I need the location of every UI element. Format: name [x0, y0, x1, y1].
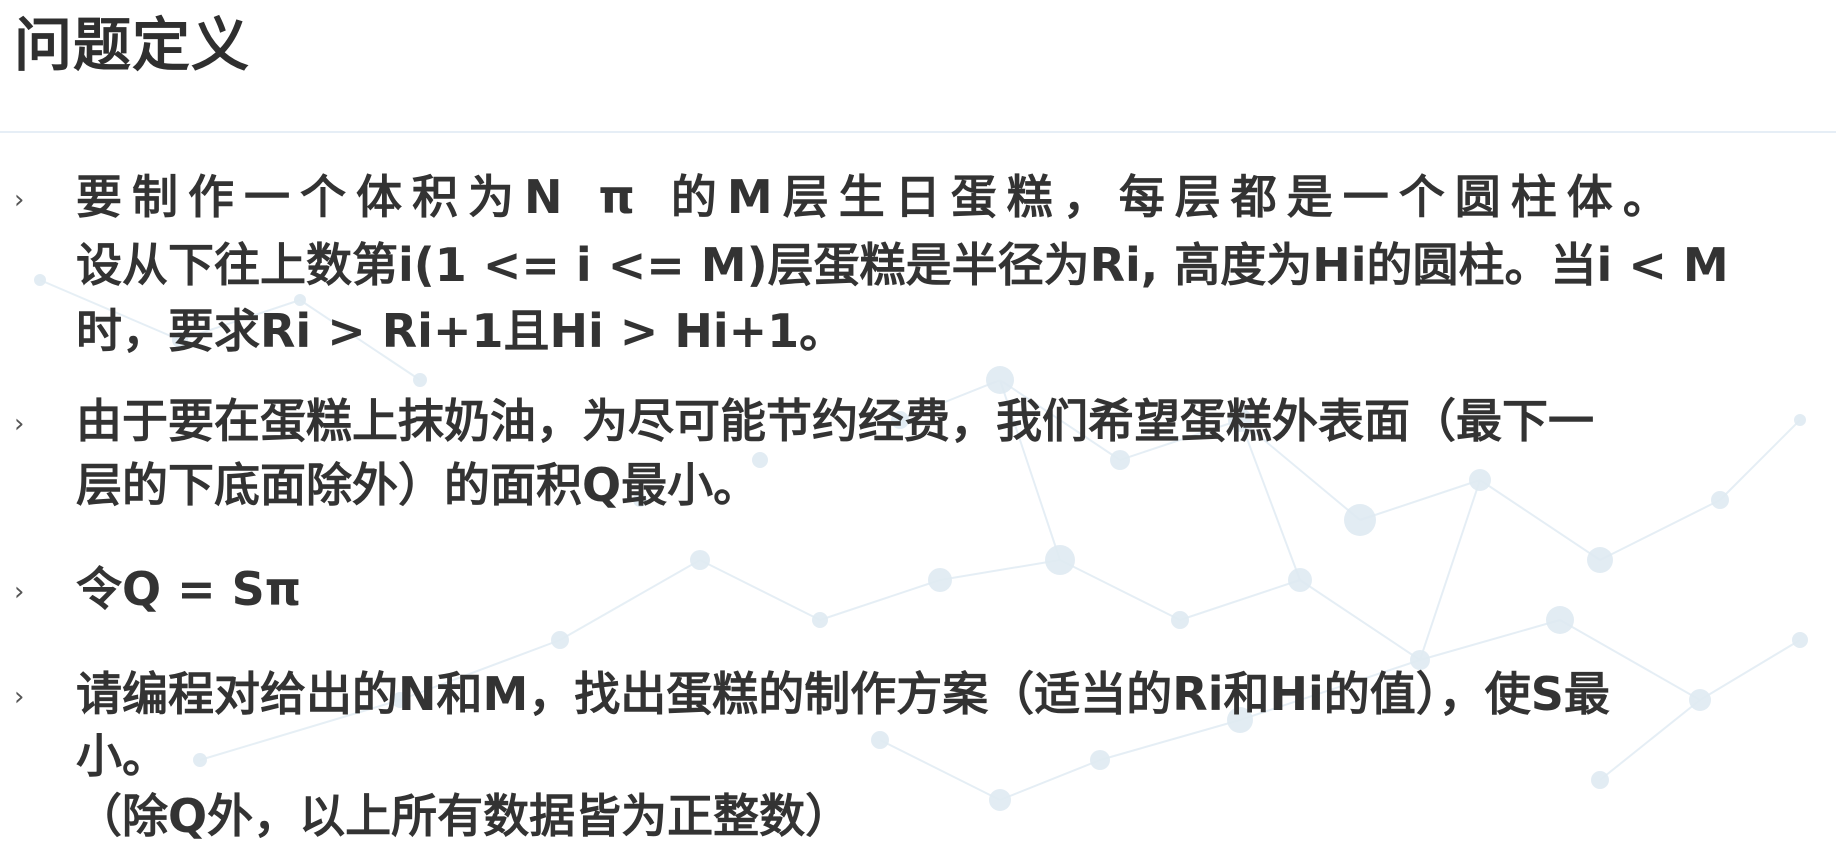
bullet-text: 由于要在蛋糕上抹奶油，为尽可能节约经费，我们希望蛋糕外表面（最下一 层的下底面除…	[76, 392, 1826, 514]
bullet-marker-icon: ›	[14, 682, 25, 712]
bullet-list: › 要制作一个体积为N π 的M层生日蛋糕，每层都是一个圆柱体。 设从下往上数第…	[0, 0, 1836, 868]
bullet-line: 时，要求Ri > Ri+1且Hi > Hi+1。	[76, 304, 846, 358]
slide: 问题定义 › 要制作一个体积为N π 的M层生日蛋糕，每层都是一个圆柱体。 设从…	[0, 0, 1836, 868]
bullet-line: 请编程对给出的N和M，找出蛋糕的制作方案（适当的Ri和Hi的值），使S最	[76, 667, 1610, 721]
bullet-marker-icon: ›	[14, 185, 25, 215]
bullet-line: 设从下往上数第i(1 <= i <= M)层蛋糕是半径为Ri, 高度为Hi的圆柱…	[76, 238, 1729, 292]
bullet-line: 令Q = Sπ	[76, 562, 302, 616]
bullet-marker-icon: ›	[14, 409, 25, 439]
bullet-text: 请编程对给出的N和M，找出蛋糕的制作方案（适当的Ri和Hi的值），使S最 小。 …	[76, 665, 1826, 845]
bullet-line: 小。	[76, 729, 168, 783]
bullet-marker-icon: ›	[14, 577, 25, 607]
bullet-line: 层的下底面除外）的面积Q最小。	[76, 458, 760, 512]
bullet-line: 由于要在蛋糕上抹奶油，为尽可能节约经费，我们希望蛋糕外表面（最下一	[76, 394, 1594, 448]
bullet-text: 令Q = Sπ	[76, 560, 1826, 618]
bullet-text: 要制作一个体积为N π 的M层生日蛋糕，每层都是一个圆柱体。 设从下往上数第i(…	[76, 168, 1826, 360]
bullet-line: （除Q外，以上所有数据皆为正整数）	[76, 789, 852, 843]
bullet-line: 要制作一个体积为N π 的M层生日蛋糕，每层都是一个圆柱体。	[76, 170, 1679, 224]
